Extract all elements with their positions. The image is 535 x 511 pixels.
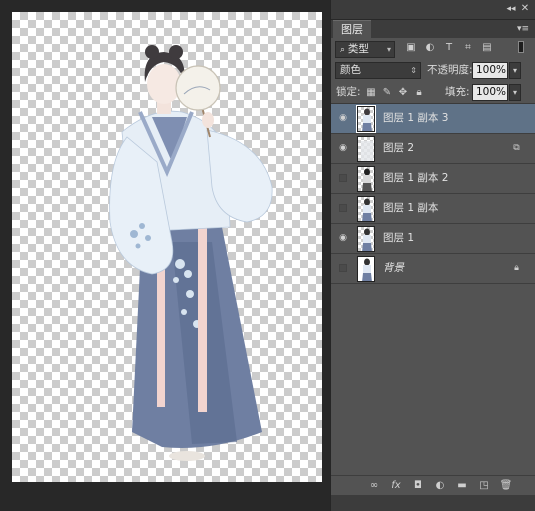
type-filter-icon[interactable]: T	[443, 42, 455, 54]
layer-thumbnail	[357, 166, 375, 192]
visibility-toggle[interactable]	[339, 174, 347, 182]
layer-thumbnail	[357, 256, 375, 282]
filter-kind-value: 类型	[347, 43, 369, 55]
search-icon: ⌕	[340, 45, 348, 55]
lock-label: 锁定:	[336, 86, 361, 98]
shape-filter-icon[interactable]: ⌗	[462, 42, 474, 54]
hair-bun-right	[169, 45, 183, 59]
opacity-label: 不透明度:	[427, 64, 473, 76]
fx-icon[interactable]: fx	[389, 480, 403, 492]
collapse-icon[interactable]: ◂◂	[505, 4, 517, 14]
fill-slider-toggle[interactable]: ▾	[509, 84, 521, 101]
lock-image-pixels-icon[interactable]: ✎	[381, 87, 393, 99]
layer-name: 图层 1 副本 3	[383, 112, 449, 124]
panel-menu-icon[interactable]: ▾≡	[517, 24, 529, 34]
hair-bun-left	[145, 45, 159, 59]
smart-object-icon: ⧉	[513, 143, 520, 153]
panel-title-bar: ◂◂ ✕	[331, 0, 535, 20]
layer-thumbnail	[357, 226, 375, 252]
canvas-area[interactable]	[0, 0, 330, 511]
blend-mode-dropdown[interactable]: 颜色 ⇕	[335, 62, 421, 79]
lock-all-icon[interactable]: 🔒︎	[413, 87, 425, 99]
layer-row[interactable]: ◉ 图层 2 ⧉	[331, 134, 535, 164]
pixel-filter-icon[interactable]: ▣	[405, 42, 417, 54]
chevron-down-icon: ▾	[386, 45, 391, 54]
eye-icon[interactable]: ◉	[337, 233, 349, 243]
layer-name: 图层 1 副本 2	[383, 172, 449, 184]
layer-row[interactable]: ◉ 图层 1 副本 3	[331, 104, 535, 134]
layer-name: 图层 1	[383, 232, 415, 244]
new-layer-icon[interactable]: ◳	[477, 480, 491, 492]
layer-name: 图层 2	[383, 142, 415, 154]
adjustment-icon[interactable]: ◐	[433, 480, 447, 492]
layer-thumbnail	[357, 136, 375, 162]
tab-layers[interactable]: 图层	[333, 20, 371, 38]
trash-icon[interactable]: 🗑︎	[499, 480, 513, 492]
hand	[202, 112, 214, 128]
layer-list: ◉ 图层 1 副本 3 ◉ 图层 2 ⧉ 图层 1 副本 2 图层 1 副本 ◉…	[331, 104, 535, 284]
shoes	[169, 451, 205, 461]
blend-mode-value: 颜色	[340, 64, 361, 76]
close-icon[interactable]: ✕	[519, 4, 531, 14]
layers-panel: ◂◂ ✕ 图层 ▾≡ ⌕ 类型 ▾ ▣ ◐ T ⌗ ▤ 颜色 ⇕ 不透明度: 1…	[330, 0, 535, 511]
ribbon-right	[198, 227, 207, 412]
panel-tab-row: 图层 ▾≡	[331, 20, 535, 38]
layer-row[interactable]: 图层 1 副本	[331, 194, 535, 224]
fan	[175, 65, 221, 111]
eye-icon[interactable]: ◉	[337, 143, 349, 153]
layer-name: 背景	[383, 262, 404, 274]
group-icon[interactable]: ▬	[455, 480, 469, 492]
lock-icon: 🔒︎	[514, 263, 519, 273]
layer-name: 图层 1 副本	[383, 202, 439, 214]
layer-row[interactable]: 图层 1 副本 2	[331, 164, 535, 194]
layers-bottom-bar: ∞ fx ◘ ◐ ▬ ◳ 🗑︎	[331, 475, 535, 495]
lock-position-icon[interactable]: ✥	[397, 87, 409, 99]
opacity-slider-toggle[interactable]: ▾	[509, 62, 521, 79]
adjustment-filter-icon[interactable]: ◐	[424, 42, 436, 54]
document-canvas[interactable]	[12, 12, 322, 482]
chevron-down-icon: ⇕	[410, 66, 417, 75]
eye-icon[interactable]: ◉	[337, 113, 349, 123]
link-icon[interactable]: ∞	[367, 480, 381, 492]
opacity-field[interactable]: 100%	[472, 62, 508, 79]
panel-footer	[331, 495, 535, 511]
layer-row[interactable]: 背景 🔒︎	[331, 254, 535, 284]
hanfu-girl-illustration	[109, 45, 273, 461]
smart-object-filter-icon[interactable]: ▤	[481, 42, 493, 54]
filter-kind-dropdown[interactable]: ⌕ 类型 ▾	[335, 41, 395, 58]
blend-row: 颜色 ⇕ 不透明度: 100% ▾	[331, 60, 535, 84]
layer-row[interactable]: ◉ 图层 1	[331, 224, 535, 254]
visibility-toggle[interactable]	[339, 204, 347, 212]
lock-row: 锁定: ▦ ✎ ✥ 🔒︎ 填充: 100% ▾	[331, 82, 535, 104]
filter-toggle[interactable]	[518, 41, 524, 53]
layer-thumbnail	[356, 105, 376, 133]
fill-label: 填充:	[445, 86, 470, 98]
mask-icon[interactable]: ◘	[411, 480, 425, 492]
fill-field[interactable]: 100%	[472, 84, 508, 101]
layer-thumbnail	[357, 196, 375, 222]
lock-transparent-pixels-icon[interactable]: ▦	[365, 87, 377, 99]
filter-row: ⌕ 类型 ▾ ▣ ◐ T ⌗ ▤	[331, 38, 535, 62]
visibility-toggle[interactable]	[339, 264, 347, 272]
